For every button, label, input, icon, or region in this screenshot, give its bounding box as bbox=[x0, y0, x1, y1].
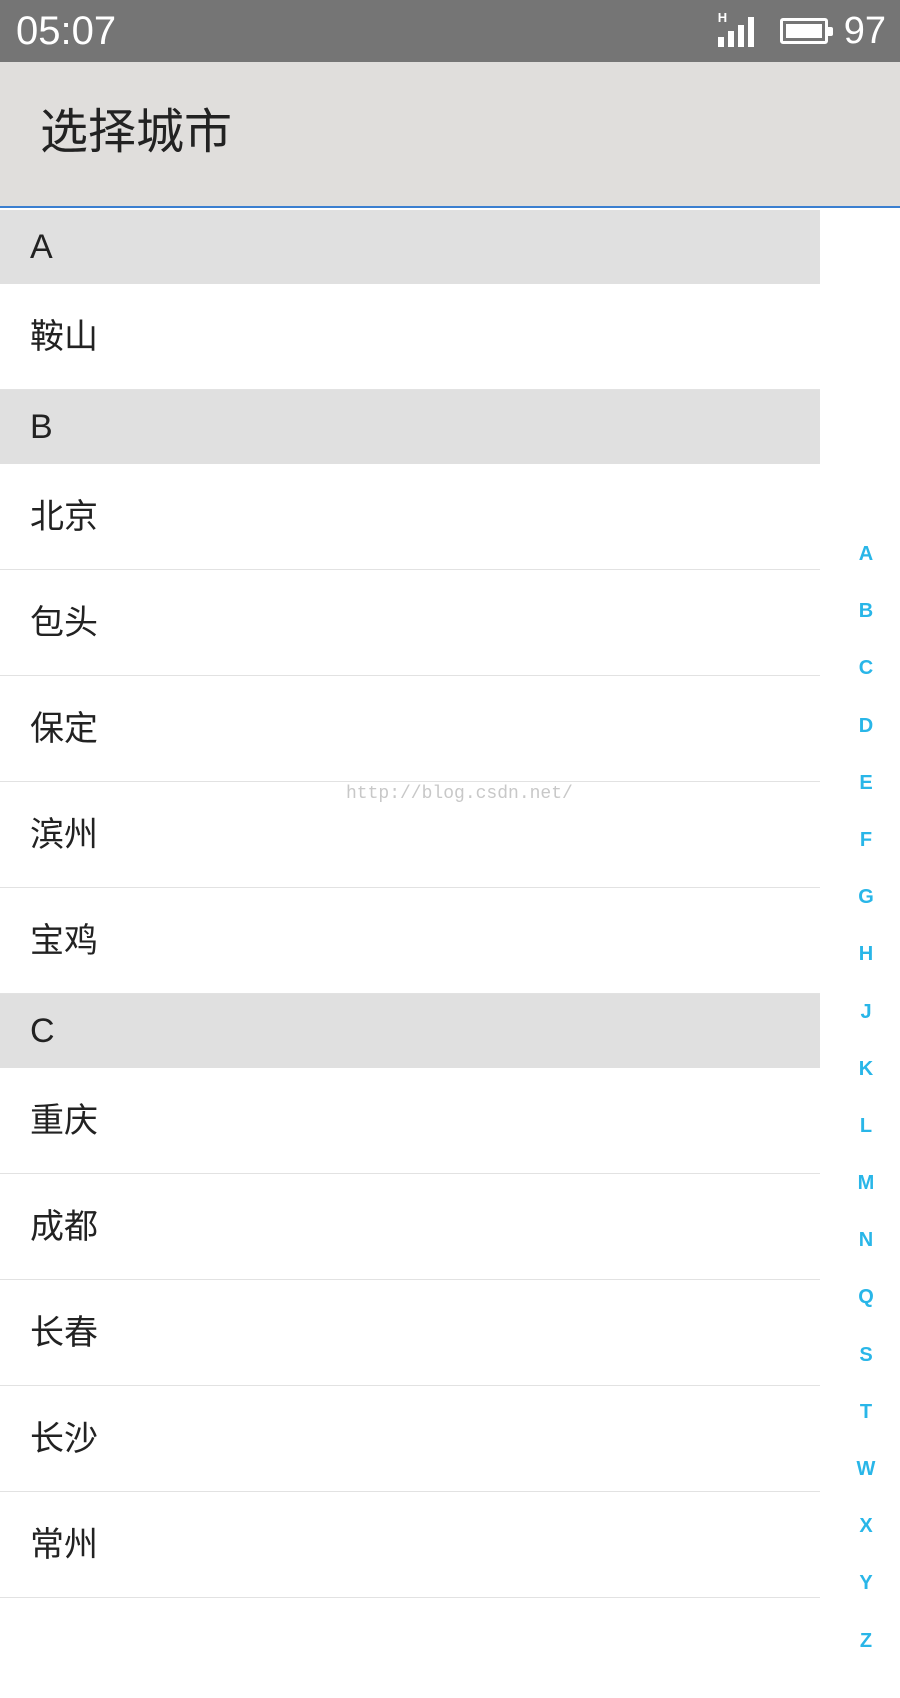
index-letter-y[interactable]: Y bbox=[832, 1573, 900, 1630]
index-letter-e[interactable]: E bbox=[832, 773, 900, 830]
index-letter-q[interactable]: Q bbox=[832, 1287, 900, 1344]
index-letters: A B C D E F G H J K L M N Q S T W X Y Z bbox=[820, 544, 900, 1698]
city-item[interactable]: 长春 bbox=[0, 1280, 840, 1386]
index-letter-d[interactable]: D bbox=[832, 716, 900, 773]
city-item[interactable]: 长沙 bbox=[0, 1386, 840, 1492]
watermark: http://blog.csdn.net/ bbox=[346, 784, 573, 804]
city-item[interactable]: 鞍山 bbox=[0, 284, 840, 390]
battery-level: 97 bbox=[843, 9, 886, 52]
city-item[interactable]: 北京 bbox=[0, 464, 840, 570]
city-item[interactable]: 常州 bbox=[0, 1492, 840, 1598]
index-letter-s[interactable]: S bbox=[832, 1345, 900, 1402]
index-letter-n[interactable]: N bbox=[832, 1230, 900, 1287]
page-title: 选择城市 bbox=[40, 104, 233, 160]
index-letter-g[interactable]: G bbox=[832, 887, 900, 944]
index-letter-c[interactable]: C bbox=[832, 658, 900, 715]
city-item[interactable]: 包头 bbox=[0, 570, 840, 676]
title-bar: 选择城市 bbox=[0, 62, 900, 208]
section-header-b: B bbox=[0, 390, 840, 464]
index-letter-t[interactable]: T bbox=[832, 1402, 900, 1459]
index-letter-k[interactable]: K bbox=[832, 1059, 900, 1116]
section-header-a: A bbox=[0, 210, 840, 284]
city-item[interactable]: 重庆 bbox=[0, 1068, 840, 1174]
alphabet-index-bar[interactable]: A B C D E F G H J K L M N Q S T W X Y Z bbox=[820, 210, 900, 1651]
index-letter-h[interactable]: H bbox=[832, 944, 900, 1001]
index-letter-j[interactable]: J bbox=[832, 1001, 900, 1059]
city-item[interactable]: 成都 bbox=[0, 1174, 840, 1280]
index-letter-l[interactable]: L bbox=[832, 1116, 900, 1173]
index-letter-m[interactable]: M bbox=[832, 1173, 900, 1230]
index-letter-b[interactable]: B bbox=[832, 601, 900, 658]
index-letter-w[interactable]: W bbox=[832, 1459, 900, 1516]
status-bar: 05:07 H 97 bbox=[0, 0, 900, 62]
index-letter-f[interactable]: F bbox=[832, 830, 900, 887]
index-letter-x[interactable]: X bbox=[832, 1516, 900, 1573]
status-icons: H 97 bbox=[717, 0, 886, 62]
index-letter-a[interactable]: A bbox=[832, 544, 900, 601]
battery-icon bbox=[779, 18, 833, 44]
section-header-c: C bbox=[0, 994, 840, 1068]
status-time: 05:07 bbox=[16, 9, 117, 53]
network-type-label: H bbox=[717, 10, 728, 25]
city-item[interactable]: 宝鸡 bbox=[0, 888, 840, 994]
city-item[interactable]: 保定 bbox=[0, 676, 840, 782]
city-list[interactable]: A 鞍山 B 北京 包头 保定 滨州 宝鸡 C 重庆 成都 长春 长沙 常州 bbox=[0, 210, 840, 1600]
signal-icon: H bbox=[717, 10, 762, 49]
index-letter-z[interactable]: Z bbox=[832, 1631, 900, 1688]
